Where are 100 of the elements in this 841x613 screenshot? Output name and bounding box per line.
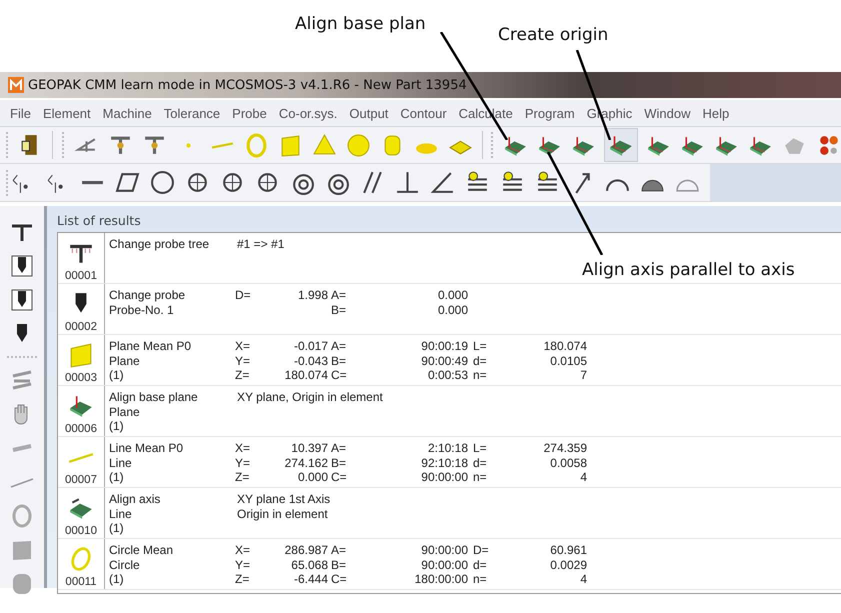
value-label: X= <box>235 339 250 353</box>
value-text: 286.987 <box>284 543 328 557</box>
menu-item[interactable]: Output <box>343 106 394 120</box>
row-number: 00001 <box>65 270 97 283</box>
result-name: Plane <box>109 404 140 418</box>
value-text: 90:00:00 <box>421 543 468 557</box>
result-name: Plane Mean P0 <box>109 339 192 353</box>
value-text: 7 <box>580 368 587 382</box>
coordinate-block-icon[interactable] <box>605 129 637 161</box>
plane-icon <box>68 342 94 368</box>
perpendicularity-icon[interactable] <box>395 170 420 195</box>
bars-icon[interactable] <box>10 368 34 392</box>
value-label: n= <box>473 572 487 586</box>
value-label: D= <box>235 288 251 302</box>
result-name: (1) <box>109 572 124 586</box>
value-label: B= <box>331 558 346 572</box>
result-name: Circle <box>109 558 140 572</box>
result-name: Line Mean P0 <box>109 441 184 455</box>
value-label: C= <box>331 368 347 382</box>
value-text: 1.998 <box>298 288 328 302</box>
app-icon <box>8 77 24 93</box>
value-label: B= <box>331 354 346 368</box>
value-text: 180.074 <box>284 368 328 382</box>
value-text: 90:00:49 <box>421 354 468 368</box>
value-label: C= <box>331 572 347 586</box>
row-number: 00003 <box>65 372 97 385</box>
value-text: -0.017 <box>294 339 328 353</box>
value-label: Z= <box>235 470 250 484</box>
row-number: 00010 <box>65 525 97 538</box>
result-name: (1) <box>109 470 124 484</box>
result-name: Change probe tree <box>109 237 210 251</box>
angularity-icon[interactable] <box>430 170 455 195</box>
line-icon <box>68 453 94 463</box>
value-text: -6.444 <box>294 572 328 586</box>
value-text: 0.0029 <box>550 558 587 572</box>
callout-text: Create origin <box>498 25 608 45</box>
menu-item[interactable]: Co-or.sys. <box>272 106 344 120</box>
row-number: 00002 <box>65 321 97 334</box>
value-label: A= <box>331 441 346 455</box>
value-text: 10.397 <box>291 441 328 455</box>
menu-item[interactable]: Program <box>518 106 581 120</box>
menu-item[interactable]: Probe <box>226 106 273 120</box>
value-text: 0.000 <box>438 288 468 302</box>
menu-item[interactable]: Window <box>638 106 697 120</box>
position-icon[interactable] <box>220 170 245 195</box>
value-text: 180.074 <box>544 339 587 353</box>
value-text: -0.043 <box>294 354 328 368</box>
value-text: 90:00:00 <box>421 470 468 484</box>
value-label: Y= <box>235 354 250 368</box>
value-label: A= <box>331 339 346 353</box>
result-name: Circle Mean <box>109 543 174 557</box>
window-title: GEOPAK CMM learn mode in MCOSMOS-3 v4.1.R6 - New Part 13954 <box>28 78 467 92</box>
value-text: 4 <box>580 572 587 586</box>
result-note: XY plane 1st Axis <box>236 492 330 506</box>
value-label: L= <box>473 339 487 353</box>
value-label: d= <box>473 354 487 368</box>
value-label: Z= <box>235 368 250 382</box>
value-label: n= <box>473 470 487 484</box>
row-number: 00011 <box>65 576 97 589</box>
position-icon[interactable] <box>255 170 280 195</box>
circularity-icon[interactable] <box>150 170 175 195</box>
value-label: d= <box>473 558 487 572</box>
value-text: 0.0058 <box>550 456 587 470</box>
menu-item[interactable]: Tolerance <box>158 106 226 120</box>
value-text: 65.068 <box>291 558 328 572</box>
value-text: 0:00:53 <box>428 368 468 382</box>
value-text: 90:00:00 <box>421 558 468 572</box>
value-label: n= <box>473 368 487 382</box>
value-text: 2:10:18 <box>428 441 468 455</box>
value-label: X= <box>235 441 250 455</box>
menu-item[interactable]: Contour <box>394 106 453 120</box>
value-text: 0.000 <box>438 302 468 316</box>
result-name: Change probe <box>109 288 186 302</box>
position-icon[interactable] <box>185 170 210 195</box>
result-name: Line <box>109 506 132 520</box>
value-text: 0.000 <box>298 470 328 484</box>
value-label: X= <box>235 543 250 557</box>
value-label: d= <box>473 456 487 470</box>
flatness-icon[interactable] <box>115 170 140 195</box>
value-label: D= <box>473 543 489 557</box>
menu-item[interactable]: Machine <box>96 106 158 120</box>
value-label: Y= <box>235 558 250 572</box>
row-number: 00007 <box>65 474 97 487</box>
probe-grid-icon[interactable] <box>10 254 34 278</box>
value-text: 60.961 <box>550 543 587 557</box>
value-label: Z= <box>235 572 250 586</box>
menu-item[interactable]: Element <box>36 106 97 120</box>
panel-title: List of results <box>57 212 142 230</box>
probe-grid-icon[interactable] <box>10 288 34 312</box>
result-name: Probe-No. 1 <box>109 302 174 316</box>
value-label: L= <box>473 441 487 455</box>
result-name: Line <box>109 456 132 470</box>
value-label: Y= <box>235 456 250 470</box>
result-name: Plane <box>109 354 140 368</box>
menu-item[interactable]: Help <box>696 106 736 120</box>
result-name: (1) <box>109 521 124 535</box>
result-note: #1 => #1 <box>236 237 284 252</box>
value-text: 0.0105 <box>550 354 587 368</box>
menu-item[interactable]: File <box>4 106 37 120</box>
callout-text: Align axis parallel to axis <box>582 260 795 280</box>
